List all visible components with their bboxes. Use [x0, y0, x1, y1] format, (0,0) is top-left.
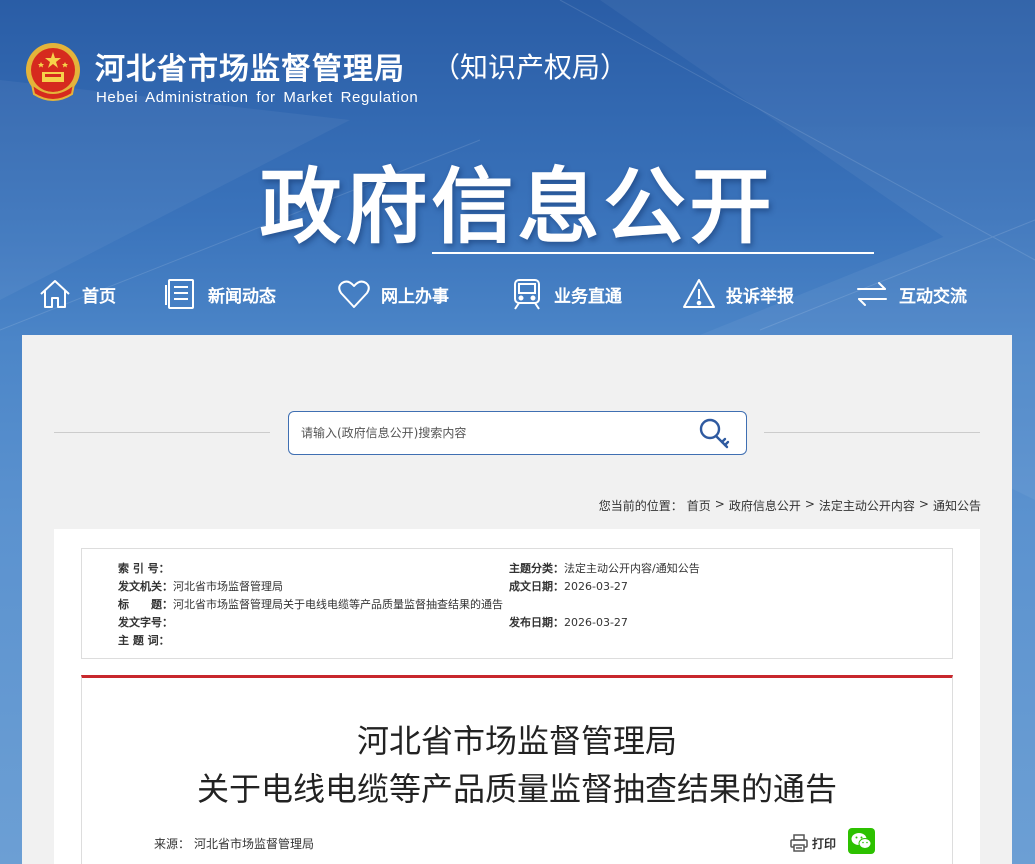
search-icon[interactable]	[696, 416, 732, 452]
section-title: 政府信息公开	[259, 160, 776, 255]
nav-item-business[interactable]: 业务直通	[510, 270, 622, 318]
breadcrumb-separator: >	[918, 497, 929, 511]
article: 河北省市场监督管理局 关于电线电缆等产品质量监督抽查结果的通告 来源： 河北省市场…	[81, 675, 953, 864]
printer-icon	[790, 834, 808, 852]
site-title: 河北省市场监督管理局	[95, 52, 405, 87]
heart-icon	[338, 280, 370, 308]
article-source: 来源： 河北省市场监督管理局	[154, 835, 314, 852]
warning-icon	[683, 279, 715, 308]
meta-index: 索 引 号：	[118, 562, 170, 575]
breadcrumb: 您当前的位置： 首页 > 政府信息公开 > 法定主动公开内容 > 通知公告	[599, 497, 981, 514]
meta-created-date: 成文日期：2026-03-27	[509, 580, 628, 593]
search-divider-right	[764, 432, 980, 433]
document-metadata: 索 引 号： 发文机关：河北省市场监督管理局 标 题：河北省市场监督管理局关于电…	[81, 548, 953, 659]
content-area: 索 引 号： 发文机关：河北省市场监督管理局 标 题：河北省市场监督管理局关于电…	[54, 529, 980, 864]
article-title-line2: 关于电线电缆等产品质量监督抽查结果的通告	[196, 770, 837, 808]
site-english-name: Hebei Administration for Market Regulati…	[96, 89, 419, 106]
breadcrumb-separator: >	[714, 497, 725, 511]
nav-item-news[interactable]: 新闻动态	[164, 270, 276, 318]
national-emblem-icon	[26, 43, 80, 101]
meta-doc-number: 发文字号：	[118, 616, 173, 629]
meta-keywords: 主 题 词：	[118, 634, 170, 647]
meta-category: 主题分类：法定主动公开内容/通知公告	[509, 562, 700, 575]
nav-label-complaint: 投诉举报	[726, 286, 794, 307]
print-button[interactable]: 打印	[789, 833, 836, 853]
breadcrumb-notices[interactable]: 通知公告	[933, 497, 981, 514]
nav-label-business: 业务直通	[554, 286, 622, 307]
breadcrumb-separator: >	[804, 497, 815, 511]
breadcrumb-gov-info[interactable]: 政府信息公开	[729, 497, 801, 514]
site-subtitle: （知识产权局）	[432, 51, 629, 84]
meta-issuer: 发文机关：河北省市场监督管理局	[118, 580, 283, 593]
meta-title: 标 题：河北省市场监督管理局关于电线电缆等产品质量监督抽查结果的通告	[118, 598, 503, 611]
nav-item-home[interactable]: 首页	[38, 270, 116, 318]
article-title-line1: 河北省市场监督管理局	[356, 722, 677, 760]
title-underline	[432, 252, 874, 254]
nav-item-online-service[interactable]: 网上办事	[337, 270, 449, 318]
exchange-icon	[857, 282, 887, 306]
nav-label-online-service: 网上办事	[381, 286, 449, 307]
search-box	[288, 411, 747, 455]
nav-label-home: 首页	[82, 286, 116, 307]
news-icon	[165, 279, 194, 309]
print-label: 打印	[812, 836, 837, 851]
breadcrumb-legal-content[interactable]: 法定主动公开内容	[819, 497, 915, 514]
breadcrumb-prefix: 您当前的位置：	[598, 499, 683, 513]
train-icon	[514, 279, 540, 310]
search-divider-left	[54, 432, 270, 433]
meta-published-date: 发布日期：2026-03-27	[509, 616, 628, 629]
breadcrumb-home[interactable]: 首页	[687, 497, 711, 514]
site-header: 河北省市场监督管理局 （知识产权局） Hebei Administration …	[0, 0, 1035, 335]
source-label: 来源：	[154, 837, 191, 851]
wechat-share-icon[interactable]	[848, 828, 875, 854]
nav-item-complaint[interactable]: 投诉举报	[682, 270, 794, 318]
home-icon	[40, 280, 70, 308]
main-panel: 您当前的位置： 首页 > 政府信息公开 > 法定主动公开内容 > 通知公告 索 …	[22, 335, 1012, 864]
search-input[interactable]	[301, 422, 681, 444]
nav-label-news: 新闻动态	[208, 286, 276, 307]
main-nav: 首页 新闻动态 网上办事 业务直通 投诉举报 互动交流	[0, 270, 1035, 320]
nav-item-interaction[interactable]: 互动交流	[855, 270, 967, 318]
nav-label-interaction: 互动交流	[899, 286, 967, 307]
source-value: 河北省市场监督管理局	[194, 837, 315, 851]
